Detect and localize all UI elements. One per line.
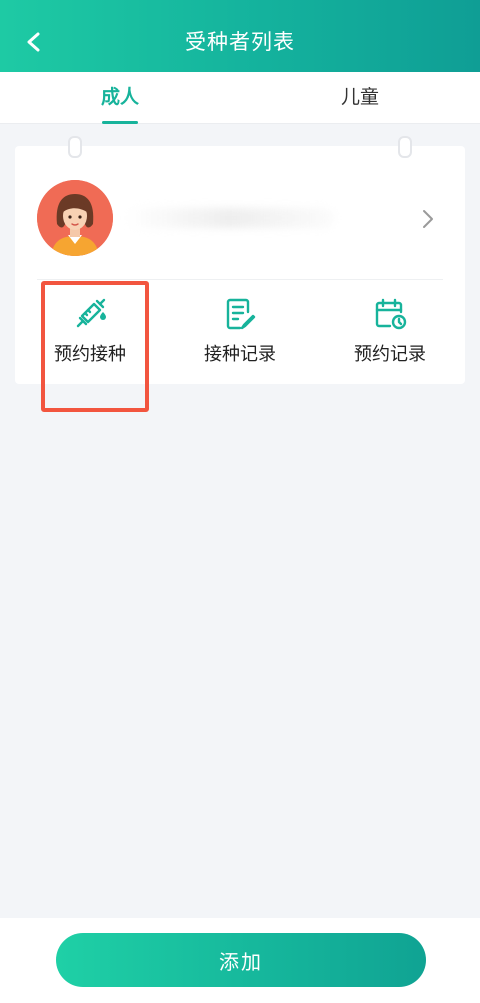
header-bar: 受种者列表 — [0, 0, 480, 72]
tab-child-label: 儿童 — [340, 86, 379, 108]
book-vaccination-label: 预约接种 — [54, 344, 126, 365]
recipient-card: 预约接种 接种记录 预约记录 — [15, 136, 465, 384]
tab-adult-label: 成人 — [100, 86, 139, 108]
recipient-name-redacted — [125, 208, 335, 228]
tab-adult[interactable]: 成人 — [40, 72, 200, 124]
calendar-clock-icon — [375, 298, 407, 330]
card-clip-left — [68, 136, 82, 158]
page-title: 受种者列表 — [185, 30, 295, 54]
detail-button[interactable] — [413, 204, 443, 234]
syringe-icon — [76, 298, 106, 328]
appointment-record-label: 预约记录 — [354, 344, 426, 365]
record-edit-icon — [226, 298, 256, 330]
card-divider — [37, 279, 443, 280]
appointment-record-button[interactable]: 预约记录 — [315, 296, 465, 376]
bottom-bar: 添加 — [0, 918, 480, 1003]
woman-avatar-icon — [37, 180, 113, 256]
card-clip-right — [398, 136, 412, 158]
vaccination-record-label: 接种记录 — [204, 344, 276, 365]
add-button[interactable]: 添加 — [56, 933, 426, 987]
book-vaccination-button[interactable]: 预约接种 — [15, 296, 165, 376]
active-tab-indicator — [102, 121, 138, 124]
avatar[interactable] — [37, 180, 113, 256]
tab-bar: 成人 儿童 — [0, 72, 480, 124]
chevron-right-icon — [423, 210, 433, 228]
vaccination-record-button[interactable]: 接种记录 — [165, 296, 315, 376]
tab-child[interactable]: 儿童 — [280, 72, 440, 124]
page: 受种者列表 成人 儿童 预约接种 接种记录 预约记录 添加 — [0, 0, 480, 1003]
